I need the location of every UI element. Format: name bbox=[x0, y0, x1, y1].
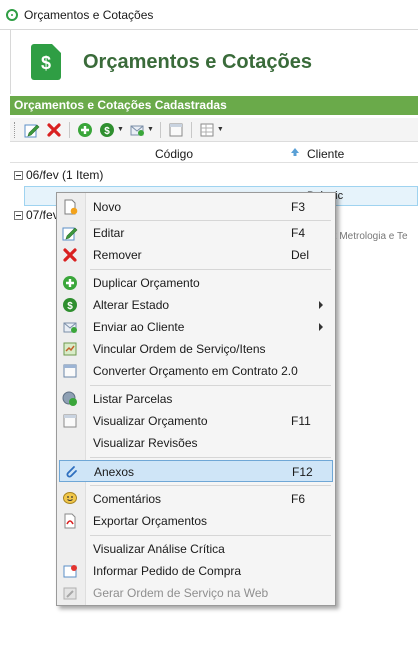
menu-item-comentarios[interactable]: Comentários F6 bbox=[59, 488, 333, 510]
menu-item-label: Listar Parcelas bbox=[93, 392, 173, 406]
menu-separator bbox=[90, 385, 331, 386]
menu-item-anexos[interactable]: Anexos F12 bbox=[59, 460, 333, 482]
group-row[interactable]: 06/fev (1 Item) bbox=[10, 166, 418, 184]
menu-item-shortcut: F11 bbox=[291, 414, 311, 428]
web-order-icon bbox=[62, 585, 78, 601]
menu-item-visualizar-revisoes[interactable]: Visualizar Revisões bbox=[59, 432, 333, 454]
page-title: Orçamentos e Cotações bbox=[83, 50, 312, 73]
submenu-arrow-icon bbox=[319, 301, 323, 309]
menu-item-converter-contrato[interactable]: Converter Orçamento em Contrato 2.0 bbox=[59, 360, 333, 382]
delete-icon[interactable] bbox=[45, 121, 63, 139]
svg-text:$: $ bbox=[104, 126, 110, 137]
window-titlebar: Orçamentos e Cotações bbox=[0, 0, 418, 30]
app-logo-icon bbox=[6, 8, 18, 21]
menu-separator bbox=[90, 535, 331, 536]
menu-item-label: Vincular Ordem de Serviço/Itens bbox=[93, 342, 266, 356]
grid-column-header: Código Cliente bbox=[10, 143, 418, 163]
delete-icon bbox=[62, 247, 78, 263]
menu-item-duplicar[interactable]: Duplicar Orçamento bbox=[59, 272, 333, 294]
paperclip-icon bbox=[63, 464, 79, 480]
dollar-state-icon[interactable]: $ bbox=[98, 121, 116, 139]
menu-separator bbox=[90, 220, 331, 221]
new-icon bbox=[62, 199, 78, 215]
svg-text:$: $ bbox=[67, 301, 73, 312]
installments-icon bbox=[62, 391, 78, 407]
toolbar-separator bbox=[159, 121, 161, 138]
view-icon[interactable] bbox=[167, 121, 185, 139]
add-icon[interactable] bbox=[76, 121, 94, 139]
grid-icon[interactable] bbox=[198, 121, 216, 139]
menu-item-gerar-ordem-web: Gerar Ordem de Serviço na Web bbox=[59, 582, 333, 604]
menu-item-label: Exportar Orçamentos bbox=[93, 514, 208, 528]
row-client: ex Metrologia e Te bbox=[326, 231, 408, 242]
menu-item-shortcut: Del bbox=[291, 248, 310, 262]
document-dollar-icon: $ bbox=[31, 44, 61, 80]
edit-icon[interactable] bbox=[23, 121, 41, 139]
menu-item-visualizar-orcamento[interactable]: Visualizar Orçamento F11 bbox=[59, 410, 333, 432]
grid-dropdown-icon[interactable]: ▼ bbox=[217, 126, 224, 133]
pdf-icon bbox=[62, 513, 78, 529]
menu-item-label: Alterar Estado bbox=[93, 298, 170, 312]
purchase-order-icon bbox=[62, 563, 78, 579]
menu-item-label: Informar Pedido de Compra bbox=[93, 564, 242, 578]
menu-item-listar-parcelas[interactable]: Listar Parcelas bbox=[59, 388, 333, 410]
menu-item-label: Editar bbox=[93, 226, 125, 240]
group-label: 07/fev bbox=[26, 208, 59, 222]
menu-item-label: Enviar ao Cliente bbox=[93, 320, 185, 334]
menu-item-novo[interactable]: Novo F3 bbox=[59, 196, 333, 218]
menu-item-label: Duplicar Orçamento bbox=[93, 276, 200, 290]
menu-separator bbox=[90, 457, 331, 458]
menu-item-label: Visualizar Orçamento bbox=[93, 414, 208, 428]
toolbar: $ ▼ ▼ ▼ bbox=[10, 118, 418, 142]
context-menu: Novo F3 Editar F4 Remover Del Duplicar O… bbox=[56, 192, 336, 606]
menu-item-shortcut: F12 bbox=[292, 465, 313, 479]
menu-item-label: Visualizar Revisões bbox=[93, 436, 198, 450]
menu-item-analise-critica[interactable]: Visualizar Análise Crítica bbox=[59, 538, 333, 560]
sort-ascending-icon[interactable] bbox=[290, 146, 300, 156]
toolbar-separator bbox=[69, 121, 70, 138]
duplicate-icon bbox=[62, 275, 78, 291]
menu-separator bbox=[90, 269, 331, 270]
menu-item-label: Converter Orçamento em Contrato 2.0 bbox=[93, 364, 298, 378]
column-cliente[interactable]: Cliente bbox=[307, 147, 344, 161]
menu-item-editar[interactable]: Editar F4 bbox=[59, 222, 333, 244]
menu-item-shortcut: F3 bbox=[291, 200, 306, 214]
menu-item-label: Anexos bbox=[94, 465, 135, 479]
submenu-arrow-icon bbox=[319, 323, 323, 331]
group-label: 06/fev (1 Item) bbox=[26, 168, 104, 182]
menu-separator bbox=[90, 485, 331, 486]
view-icon bbox=[62, 413, 78, 429]
menu-item-label: Novo bbox=[93, 200, 122, 214]
link-order-icon bbox=[62, 341, 78, 357]
comment-icon bbox=[62, 491, 78, 507]
send-icon bbox=[62, 319, 78, 335]
send-icon[interactable] bbox=[128, 121, 146, 139]
contract-icon bbox=[62, 363, 78, 379]
menu-item-label: Comentários bbox=[93, 492, 162, 506]
menu-item-shortcut: F4 bbox=[291, 226, 306, 240]
collapse-icon[interactable] bbox=[14, 210, 23, 220]
window-title: Orçamentos e Cotações bbox=[24, 7, 154, 22]
column-codigo[interactable]: Código bbox=[155, 147, 193, 161]
page-header: $ Orçamentos e Cotações bbox=[10, 30, 418, 94]
menu-item-label: Gerar Ordem de Serviço na Web bbox=[93, 586, 269, 600]
menu-item-pedido-compra[interactable]: Informar Pedido de Compra bbox=[59, 560, 333, 582]
collapse-icon[interactable] bbox=[14, 170, 23, 180]
toolbar-separator bbox=[190, 121, 192, 138]
menu-item-vincular-ordem[interactable]: Vincular Ordem de Serviço/Itens bbox=[59, 338, 333, 360]
dollar-state-icon: $ bbox=[62, 297, 78, 313]
menu-item-exportar[interactable]: Exportar Orçamentos bbox=[59, 510, 333, 532]
menu-item-remover[interactable]: Remover Del bbox=[59, 244, 333, 266]
menu-item-label: Remover bbox=[93, 248, 142, 262]
toolbar-grip[interactable] bbox=[14, 121, 17, 138]
menu-item-shortcut: F6 bbox=[291, 492, 306, 506]
menu-item-enviar-cliente[interactable]: Enviar ao Cliente bbox=[59, 316, 333, 338]
menu-item-alterar-estado[interactable]: $ Alterar Estado bbox=[59, 294, 333, 316]
send-dropdown-icon[interactable]: ▼ bbox=[147, 126, 154, 133]
dollar-state-dropdown-icon[interactable]: ▼ bbox=[117, 126, 124, 133]
menu-item-label: Visualizar Análise Crítica bbox=[93, 542, 225, 556]
edit-icon bbox=[62, 225, 78, 241]
section-title: Orçamentos e Cotações Cadastradas bbox=[10, 96, 418, 115]
